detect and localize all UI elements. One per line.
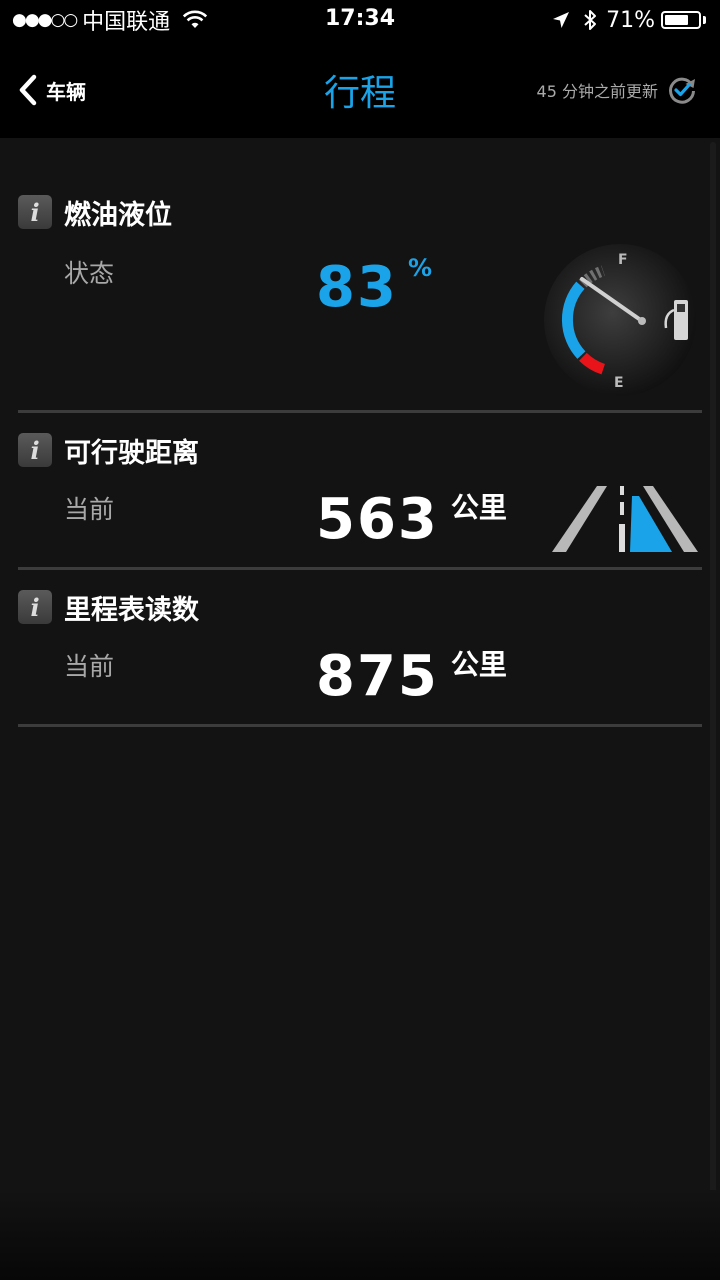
- status-right: 71%: [552, 6, 706, 34]
- fuel-percent-unit: %: [407, 254, 432, 282]
- fuel-level-title: 燃油液位: [64, 199, 172, 231]
- info-icon[interactable]: i: [18, 590, 52, 624]
- driving-range-number: 563: [316, 487, 439, 552]
- driving-range-header: i 可行驶距离: [18, 430, 199, 470]
- odometer-header: i 里程表读数: [18, 587, 199, 627]
- odometer-unit: 公里: [450, 648, 507, 681]
- driving-range-title: 可行驶距离: [64, 437, 199, 469]
- fuel-value: 83 %: [316, 254, 432, 320]
- fuel-level-section: i 燃油液位 状态 83 % F E: [18, 192, 702, 413]
- driving-range-label: 当前: [64, 495, 115, 524]
- bottom-fade: [0, 1190, 720, 1280]
- gauge-full-label: F: [618, 252, 628, 268]
- fuel-gauge: F E: [544, 244, 696, 396]
- driving-range-unit: 公里: [450, 491, 507, 524]
- info-icon[interactable]: i: [18, 195, 52, 229]
- scrollbar[interactable]: [710, 142, 716, 1202]
- gauge-hub: [638, 317, 646, 325]
- odometer-number: 875: [316, 644, 439, 709]
- odometer-title: 里程表读数: [64, 594, 199, 626]
- fuel-percent-value: 83: [316, 255, 398, 320]
- location-arrow-icon: [553, 12, 570, 28]
- battery-percent: 71%: [606, 7, 655, 33]
- last-updated: 45 分钟之前更新: [537, 70, 698, 110]
- odometer-section: i 里程表读数 当前 875 公里: [18, 587, 702, 727]
- battery-fill: [665, 15, 688, 25]
- driving-range-section: i 可行驶距离 当前 563 公里: [18, 430, 702, 570]
- odometer-label: 当前: [64, 652, 115, 681]
- driving-range-value: 563 公里: [316, 487, 507, 552]
- bluetooth-icon: [584, 10, 597, 30]
- fuel-level-header: i 燃油液位: [18, 192, 172, 232]
- road-icon: [552, 486, 698, 552]
- refresh-icon[interactable]: [666, 74, 698, 106]
- odometer-value: 875 公里: [316, 644, 507, 709]
- battery-icon: [661, 11, 701, 29]
- battery-tip: [703, 16, 706, 24]
- fuel-status-label: 状态: [64, 259, 115, 288]
- status-bar: ●●●○○ 中国联通 17:34 71%: [0, 0, 720, 40]
- last-updated-text: 45 分钟之前更新: [536, 82, 658, 101]
- info-icon[interactable]: i: [18, 433, 52, 467]
- gauge-empty-label: E: [614, 375, 624, 391]
- navigation-bar: 车辆 行程 45 分钟之前更新: [0, 40, 720, 138]
